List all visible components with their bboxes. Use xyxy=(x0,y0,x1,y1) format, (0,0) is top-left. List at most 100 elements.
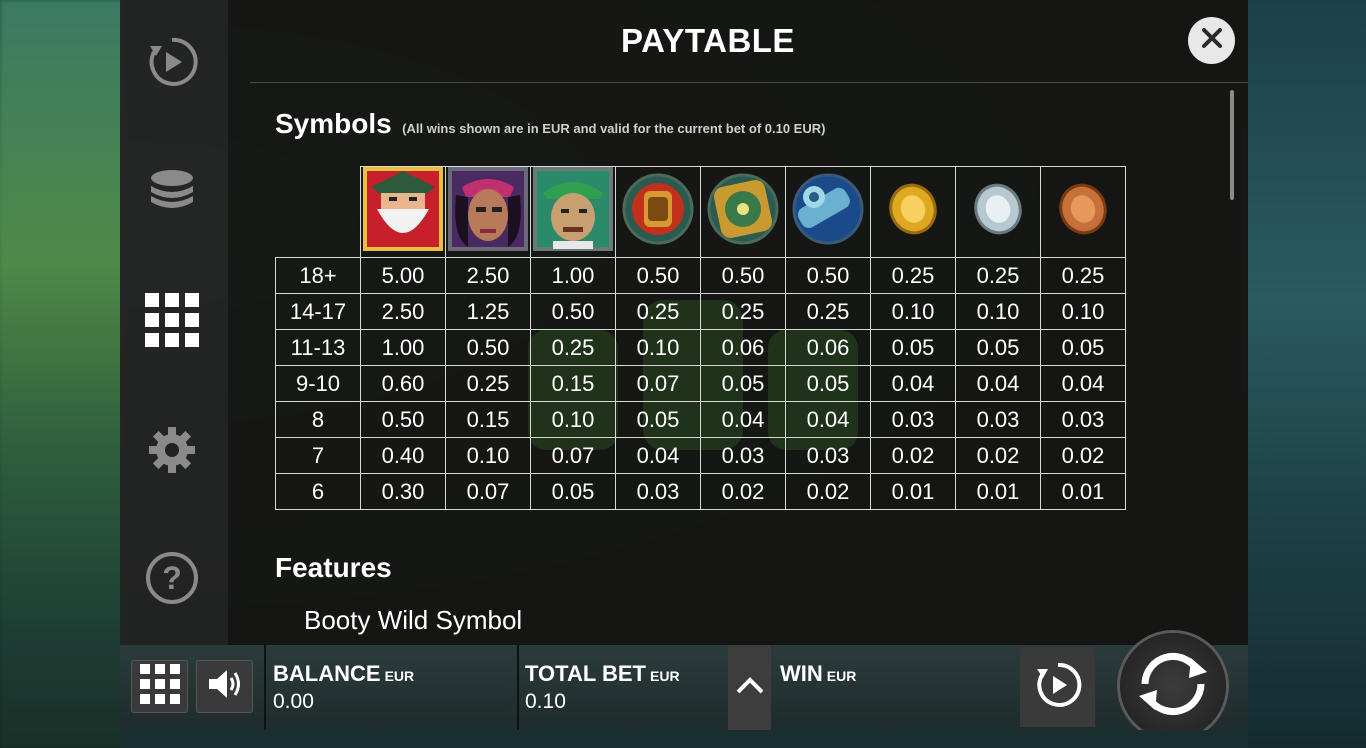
payout-cell: 1.00 xyxy=(530,257,616,294)
bronze-coin-symbol-icon xyxy=(1040,166,1126,258)
captain-symbol-icon xyxy=(360,166,446,258)
row-count-label: 8 xyxy=(275,401,361,438)
sidebar-help-button[interactable]: ? xyxy=(144,551,200,608)
bottom-bar: BALANCE EUR 0.00 TOTAL BET EUR 0.10 WIN EUR xyxy=(120,633,1248,739)
payout-cell: 5.00 xyxy=(360,257,446,294)
payout-cell: 0.07 xyxy=(530,437,616,474)
payout-cell: 0.01 xyxy=(870,473,956,510)
payout-cell: 0.50 xyxy=(445,329,531,366)
paytable-row: 18+ 5.00 2.50 1.00 0.50 0.50 0.50 0.25 0.25 0.25 xyxy=(275,257,1126,294)
payout-cell: 0.07 xyxy=(615,365,701,402)
bet-up-button[interactable] xyxy=(728,645,771,730)
paytable-row: 14-17 2.50 1.25 0.50 0.25 0.25 0.25 0.10 0.10 0.1… xyxy=(275,293,1126,330)
payout-cell: 0.25 xyxy=(785,293,871,330)
payout-cell: 0.04 xyxy=(700,401,786,438)
payout-cell: 0.07 xyxy=(445,473,531,510)
payout-cell: 0.50 xyxy=(785,257,871,294)
payout-cell: 0.60 xyxy=(360,365,446,402)
gold-coin-symbol-icon xyxy=(870,166,956,258)
bottom-strip xyxy=(120,730,1248,748)
win-unit: EUR xyxy=(826,668,857,684)
payout-cell: 0.10 xyxy=(955,293,1041,330)
sidebar-settings-button[interactable] xyxy=(144,424,200,480)
autoplay-icon xyxy=(146,36,198,93)
green-pirate-symbol-icon xyxy=(530,166,616,258)
row-count-label: 11-13 xyxy=(275,329,361,366)
paytable-row: 11-13 1.00 0.50 0.25 0.10 0.06 0.06 0.05 0.05 0.0… xyxy=(275,329,1126,366)
payout-cell: 0.05 xyxy=(870,329,956,366)
total-bet-label: TOTAL BET xyxy=(525,661,646,686)
gold-compass-symbol-icon xyxy=(700,166,786,258)
payout-cell: 0.05 xyxy=(955,329,1041,366)
features-heading: Features xyxy=(275,552,392,583)
payout-cell: 0.50 xyxy=(615,257,701,294)
payout-cell: 0.04 xyxy=(785,401,871,438)
autoplay-button[interactable] xyxy=(1020,647,1095,727)
spin-button[interactable] xyxy=(1120,633,1226,739)
blue-telescope-symbol-icon xyxy=(785,166,871,258)
payout-cell: 0.10 xyxy=(615,329,701,366)
red-cannon-symbol-icon xyxy=(615,166,701,258)
payout-cell: 0.03 xyxy=(700,437,786,474)
payout-cell: 0.03 xyxy=(785,437,871,474)
silver-coin-symbol-icon xyxy=(955,166,1041,258)
win-label: WIN xyxy=(780,661,823,686)
total-bet-value: 0.10 xyxy=(525,690,566,713)
payout-cell: 0.50 xyxy=(360,401,446,438)
total-bet-unit: EUR xyxy=(650,668,680,684)
spin-arrows-icon xyxy=(1131,642,1215,731)
background-right xyxy=(1241,0,1366,748)
payout-cell: 0.25 xyxy=(615,293,701,330)
sidebar-bet-button[interactable] xyxy=(144,165,200,221)
payout-cell: 1.00 xyxy=(360,329,446,366)
payout-cell: 0.03 xyxy=(615,473,701,510)
payout-cell: 0.40 xyxy=(360,437,446,474)
payout-cell: 0.02 xyxy=(955,437,1041,474)
payout-cell: 2.50 xyxy=(445,257,531,294)
payout-cell: 0.05 xyxy=(615,401,701,438)
coins-stack-icon xyxy=(147,166,197,221)
feature-item-booty-wild: Booty Wild Symbol xyxy=(304,605,523,635)
payout-cell: 0.15 xyxy=(445,401,531,438)
paytable-grid: 18+ 5.00 2.50 1.00 0.50 0.50 0.50 0.25 0.25 0.25 1… xyxy=(275,166,1126,510)
symbols-heading-block: Symbols (All wins shown are in EUR and v… xyxy=(275,108,825,140)
payout-cell: 0.25 xyxy=(955,257,1041,294)
paytable-panel: PAYTABLE Symbols (All wins shown are in … xyxy=(228,0,1248,645)
payout-cell: 0.02 xyxy=(700,473,786,510)
payout-cell: 0.01 xyxy=(1040,473,1126,510)
close-button[interactable] xyxy=(1188,17,1235,64)
divider xyxy=(517,645,519,730)
payout-cell: 0.04 xyxy=(1040,365,1126,402)
menu-grid-icon xyxy=(139,664,180,709)
chevron-up-icon xyxy=(736,676,764,699)
paytable-row: 7 0.40 0.10 0.07 0.04 0.03 0.03 0.02 0.02 0.02 xyxy=(275,437,1126,474)
payout-cell: 2.50 xyxy=(360,293,446,330)
row-count-label: 18+ xyxy=(275,257,361,294)
symbol-icons-row xyxy=(276,166,1126,258)
payout-cell: 0.10 xyxy=(870,293,956,330)
payout-cell: 0.25 xyxy=(445,365,531,402)
menu-button[interactable] xyxy=(131,660,188,713)
payout-cell: 0.02 xyxy=(1040,437,1126,474)
sidebar-paytable-button[interactable] xyxy=(144,292,200,350)
balance-unit: EUR xyxy=(384,668,415,684)
scrollbar[interactable] xyxy=(1230,90,1234,200)
symbols-note: (All wins shown are in EUR and valid for… xyxy=(402,121,826,136)
payout-cell: 0.05 xyxy=(785,365,871,402)
payout-cell: 0.04 xyxy=(615,437,701,474)
win-label-block: WIN EUR xyxy=(780,661,856,687)
sound-button[interactable] xyxy=(196,660,253,713)
sidebar: ? xyxy=(120,0,228,645)
svg-text:?: ? xyxy=(162,560,182,596)
balance-value: 0.00 xyxy=(273,690,314,713)
payout-cell: 0.10 xyxy=(445,437,531,474)
row-count-label: 14-17 xyxy=(275,293,361,330)
paytable-row: 6 0.30 0.07 0.05 0.03 0.02 0.02 0.01 0.01 0.01 xyxy=(275,473,1126,510)
payout-cell: 0.03 xyxy=(1040,401,1126,438)
pirate-woman-symbol-icon xyxy=(445,166,531,258)
title-divider xyxy=(250,82,1248,83)
payout-cell: 0.25 xyxy=(700,293,786,330)
sidebar-autoplay-button[interactable] xyxy=(144,36,200,92)
paytable-row: 9-10 0.60 0.25 0.15 0.07 0.05 0.05 0.04 0.04 0.04 xyxy=(275,365,1126,402)
payout-cell: 0.04 xyxy=(955,365,1041,402)
